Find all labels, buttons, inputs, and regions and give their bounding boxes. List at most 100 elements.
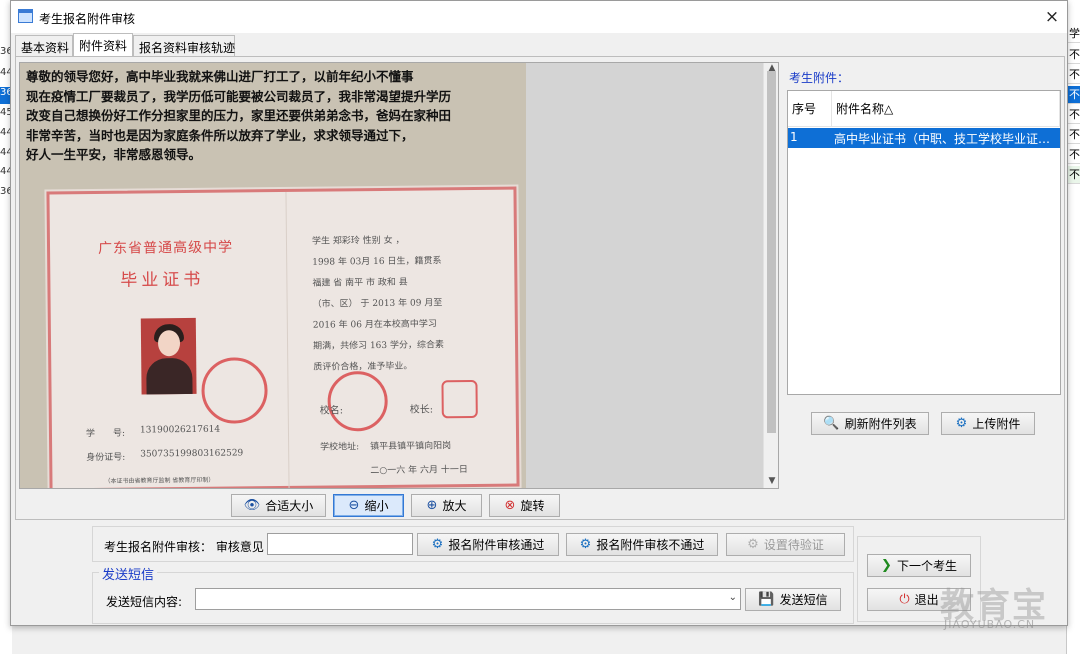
zoom-in-icon: ⊕	[426, 498, 438, 513]
zoom-out-button[interactable]: ⊖ 缩小	[333, 494, 404, 517]
scroll-down-arrow-icon[interactable]: ▼	[766, 476, 778, 486]
column-header-no[interactable]: 序号	[788, 91, 832, 127]
zoom-in-button[interactable]: ⊕ 放大	[411, 494, 482, 517]
message-line: 尊敬的领导您好，高中毕业我就来佛山进厂打工了，以前年纪小不懂事	[26, 69, 414, 84]
attachments-panel: 尊敬的领导您好，高中毕业我就来佛山进厂打工了，以前年纪小不懂事 现在疫情工厂要裁…	[15, 56, 1065, 520]
window-icon	[18, 9, 33, 23]
background-cell: 不	[1067, 126, 1080, 144]
certificate-line: 福建 省 南平 市 政和 县	[312, 277, 408, 289]
next-student-button[interactable]: ❯ 下一个考生	[867, 554, 971, 577]
set-pending-label: 设置待验证	[763, 538, 824, 552]
exit-label: 退出	[914, 593, 939, 607]
set-pending-button: ⚙ 设置待验证	[726, 533, 845, 556]
approve-button[interactable]: ⚙ 报名附件审核通过	[417, 533, 559, 556]
search-icon: 🔍	[823, 416, 840, 431]
student-no-label: 学 号:	[85, 428, 126, 440]
review-label: 考生报名附件审核： 审核意见	[104, 538, 264, 555]
send-sms-label: 发送短信	[779, 593, 828, 607]
photo-body	[146, 357, 193, 395]
viewer-vertical-scrollbar[interactable]: ▲ ▼	[763, 63, 778, 488]
certificate-line: 2016 年 06 月在本校高中学习	[312, 319, 437, 331]
upload-attachment-label: 上传附件	[972, 417, 1021, 431]
gear-icon: ⚙	[579, 537, 592, 552]
sms-content-label: 发送短信内容:	[106, 595, 183, 609]
tab-basic-info[interactable]: 基本资料	[15, 35, 73, 56]
message-line: 好人一生平安，非常感恩领导。	[26, 147, 202, 162]
save-icon: 💾	[758, 592, 775, 607]
tab-review-history[interactable]: 报名资料审核轨迹	[133, 35, 235, 56]
send-sms-button[interactable]: 💾 发送短信	[745, 588, 841, 611]
review-opinion-input[interactable]	[267, 533, 413, 555]
message-line: 非常辛苦，当时也是因为家庭条件所以放弃了学业，求求领导通过下，	[26, 127, 414, 143]
school-seal-left	[201, 357, 268, 424]
certificate-line: 学生 郑彩玲 性别 女 ，	[311, 235, 405, 247]
certificate-footnote: （本证书由省教育厅监制 省教育厅印制）	[104, 476, 215, 485]
rotate-icon: ⊗	[504, 498, 516, 513]
gear-icon: ⚙	[431, 537, 444, 552]
message-line: 现在疫情工厂要裁员了，我学历低可能要被公司裁员了，我非常渴望提升学历	[26, 88, 452, 104]
photo-face	[157, 330, 181, 357]
column-header-name[interactable]: 附件名称△	[832, 91, 1060, 127]
certificate-body: 学生 郑彩玲 性别 女 ， 1998 年 03月 16 日生，籍贯系 福建 省 …	[312, 230, 444, 378]
rotate-label: 旋转	[520, 499, 545, 513]
watermark-url: JIAOYUBAO.CN	[944, 618, 1036, 631]
certificate-line: 期满，共修习 163 学分，综合素	[313, 340, 445, 352]
certificate-line: （市、区） 于 2013 年 09 月至	[312, 298, 443, 310]
background-table-right: 学 不 不 不 不 不 不 不	[1066, 0, 1080, 654]
zoom-in-label: 放大	[442, 499, 467, 513]
image-viewer[interactable]: 尊敬的领导您好，高中毕业我就来佛山进厂打工了，以前年纪小不懂事 现在疫情工厂要裁…	[19, 62, 779, 489]
approve-label: 报名附件审核通过	[448, 538, 545, 552]
id-number-value: 350735199803162529	[140, 448, 244, 460]
refresh-attachments-label: 刷新附件列表	[844, 417, 917, 431]
school-address-value: 镇平县镇平镇向阳岗	[370, 441, 452, 453]
fit-size-button[interactable]: 👁 合适大小	[231, 494, 326, 517]
gear-icon: ⚙	[955, 416, 968, 431]
gear-icon: ⚙	[747, 537, 759, 552]
school-address-label: 学校地址:	[320, 442, 360, 453]
background-cell: 不	[1067, 46, 1080, 64]
rotate-button[interactable]: ⊗ 旋转	[489, 494, 560, 517]
photo-message: 尊敬的领导您好，高中毕业我就来佛山进厂打工了，以前年纪小不懂事 现在疫情工厂要裁…	[26, 67, 526, 165]
scrollbar-thumb[interactable]	[767, 71, 776, 433]
background-cell: 不	[1067, 166, 1080, 184]
chevron-right-icon: ❯	[881, 558, 892, 573]
tab-attachments[interactable]: 附件资料	[73, 33, 133, 57]
principal-label: 校长:	[409, 404, 434, 416]
attachments-table: 序号 附件名称△ 1 高中毕业证书（中职、技工学校毕业证书...	[787, 90, 1061, 395]
background-cell: 不	[1067, 146, 1080, 164]
background-header: 学	[1067, 25, 1080, 43]
background-cell: 不	[1067, 86, 1080, 104]
refresh-attachments-button[interactable]: 🔍 刷新附件列表	[811, 412, 929, 435]
attachments-label: 考生附件：	[789, 71, 850, 85]
fit-size-label: 合适大小	[265, 499, 314, 513]
chevron-down-icon[interactable]: ⌄	[729, 592, 737, 603]
attachment-photo: 尊敬的领导您好，高中毕业我就来佛山进厂打工了，以前年纪小不懂事 现在疫情工厂要裁…	[20, 63, 526, 488]
certificate-heading: 毕业证书	[120, 269, 205, 291]
review-title: 考生报名附件审核：	[104, 540, 213, 554]
certificate-line: 1998 年 03月 16 日生，籍贯系	[312, 256, 442, 268]
power-icon: ⏻	[899, 592, 910, 607]
certificate-date: 二○一六 年 六月 十一日	[370, 465, 468, 477]
eye-icon: 👁	[243, 498, 261, 513]
graduation-certificate: 广东省普通高级中学 毕业证书 学 号: 13190026217614 身份证号:…	[46, 186, 520, 488]
upload-attachment-button[interactable]: ⚙ 上传附件	[941, 412, 1035, 435]
background-cell: 不	[1067, 106, 1080, 124]
close-button[interactable]: ×	[1041, 6, 1063, 28]
certificate-school-heading: 广东省普通高级中学	[97, 239, 234, 257]
table-row[interactable]: 1 高中毕业证书（中职、技工学校毕业证书...	[788, 128, 1060, 148]
student-photo	[140, 317, 197, 395]
opinion-label: 审核意见	[215, 540, 264, 554]
student-no-value: 13190026217614	[139, 424, 221, 436]
zoom-out-icon: ⊖	[348, 498, 360, 513]
sms-content-combo[interactable]: ⌄	[195, 588, 741, 610]
school-name-label: 校名:	[319, 405, 344, 417]
reject-button[interactable]: ⚙ 报名附件审核不通过	[566, 533, 718, 556]
next-student-label: 下一个考生	[896, 559, 957, 573]
zoom-out-label: 缩小	[364, 499, 389, 513]
principal-seal	[441, 379, 478, 419]
message-line: 改变自己想换份好工作分担家里的压力，家里还要供弟弟念书，爸妈在家种田	[26, 108, 452, 123]
title-bar: 考生报名附件审核 ×	[11, 1, 1067, 33]
attachment-review-dialog: 考生报名附件审核 × 基本资料 附件资料 报名资料审核轨迹 尊敬的领导您好，高中…	[10, 0, 1068, 626]
certificate-fold	[285, 191, 290, 488]
reject-label: 报名附件审核不通过	[596, 538, 705, 552]
